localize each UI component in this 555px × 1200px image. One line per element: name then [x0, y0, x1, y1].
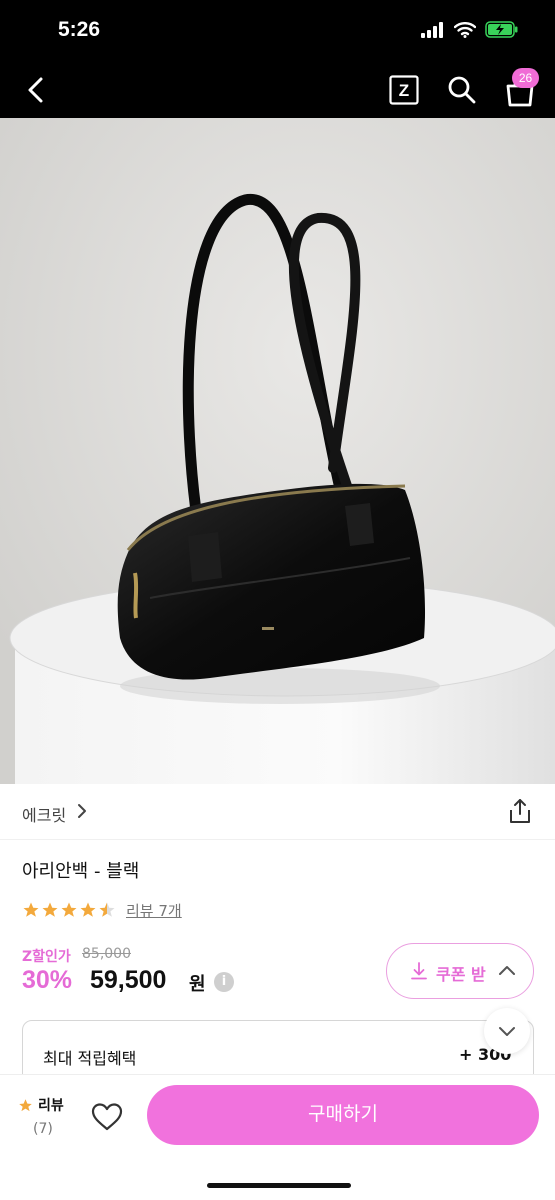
product-title: 아리안백 - 블랙	[22, 861, 140, 882]
star-icon	[23, 902, 39, 917]
bag-photo	[0, 118, 555, 784]
svg-text:Z: Z	[399, 81, 409, 100]
brand-name[interactable]: 에크릿	[22, 802, 66, 826]
chevron-up-icon	[499, 966, 515, 975]
star-icon	[80, 902, 96, 917]
coupon-label: 쿠폰 받	[436, 965, 486, 984]
original-price: 85,000	[82, 946, 131, 962]
star-icon	[42, 902, 58, 917]
status-icons	[421, 21, 519, 38]
info-icon[interactable]: i	[214, 972, 234, 992]
star-icon	[61, 902, 77, 917]
star-half-icon	[99, 902, 115, 917]
battery-charging-icon	[485, 21, 518, 38]
bottom-review-count: (7)	[33, 1121, 53, 1137]
sale-price: 59,500	[90, 966, 167, 994]
benefit-label: 최대 적립혜택	[43, 1049, 137, 1068]
status-bar: 5:26	[0, 0, 555, 62]
signal-icon	[421, 21, 443, 38]
bottom-review[interactable]: 리뷰	[18, 1095, 64, 1115]
back-icon[interactable]	[22, 74, 52, 106]
status-time: 5:26	[58, 18, 101, 41]
bottom-action-bar: 리뷰 (7) 구매하기	[0, 1074, 555, 1200]
wifi-icon	[454, 21, 476, 38]
heart-icon[interactable]	[90, 1101, 124, 1133]
chevron-right-icon	[78, 804, 86, 818]
search-icon[interactable]	[446, 74, 478, 106]
z-button[interactable]: Z	[389, 75, 419, 105]
collapse-button[interactable]	[484, 1008, 530, 1054]
home-indicator	[207, 1183, 351, 1188]
bottom-review-label: 리뷰	[38, 1098, 64, 1114]
product-image[interactable]	[0, 118, 555, 784]
currency-label: 원	[189, 974, 206, 995]
share-icon[interactable]	[508, 798, 532, 824]
review-count-link[interactable]: 리뷰 7개	[126, 900, 182, 921]
chevron-down-icon	[499, 1027, 515, 1036]
star-icon	[19, 1098, 32, 1111]
z-icon: Z	[389, 75, 419, 105]
download-icon	[411, 962, 427, 980]
brand-row[interactable]: 에크릿	[0, 784, 555, 840]
z-sale-label: Z할인가	[22, 949, 71, 965]
app-header: Z 26	[0, 62, 555, 118]
buy-button[interactable]: 구매하기	[147, 1085, 539, 1145]
rating-row: 리뷰 7개	[22, 898, 182, 922]
discount-rate: 30%	[22, 966, 73, 994]
cart-count-badge: 26	[512, 68, 539, 88]
coupon-download-button[interactable]: 쿠폰 받	[386, 943, 534, 999]
rating-stars	[22, 901, 116, 919]
